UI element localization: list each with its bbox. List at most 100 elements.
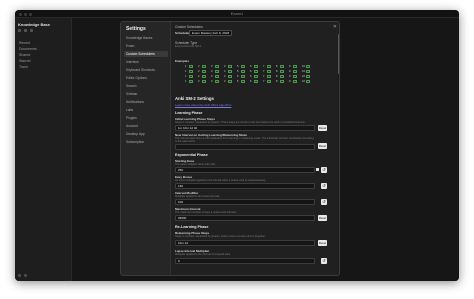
example-cell: 2 <box>198 69 211 73</box>
example-cell-label: 1 <box>185 74 187 78</box>
example-interval-box <box>227 64 232 68</box>
sidebar-item-documents[interactable]: Documents <box>19 47 37 51</box>
anki-heading: Anki SM-2 Settings <box>175 96 214 101</box>
close-icon[interactable]: ✕ <box>333 24 337 30</box>
settings-title: Settings <box>126 26 146 32</box>
nav-item-keyboard-shortcuts[interactable]: Keyboard Shortcuts <box>124 67 168 73</box>
nav-item-exam[interactable]: Exam <box>124 43 168 49</box>
graduating-interval-reset-button[interactable]: Reset <box>318 143 327 149</box>
example-cell: 5 <box>237 79 250 83</box>
examples-label: Examples <box>175 59 190 63</box>
easy-bonus-reset-icon[interactable]: ↺ <box>321 183 327 189</box>
nav-item-subscription[interactable]: Subscription <box>124 139 168 145</box>
example-cell-label: 10 <box>302 64 305 68</box>
example-cell-label: 4 <box>224 69 226 73</box>
interval-modifier-reset-icon[interactable]: ↺ <box>321 199 327 205</box>
example-interval-box <box>253 69 258 73</box>
settings-gear-icon[interactable] <box>24 274 27 277</box>
example-cell-label: 5 <box>237 74 239 78</box>
example-cell-label: 9 <box>289 69 291 73</box>
example-cell: 5 <box>237 64 250 68</box>
example-cell: 7 <box>263 69 276 73</box>
sidebar-item-recent[interactable]: Recent <box>19 41 30 45</box>
nav-item-account[interactable]: Account <box>124 123 168 129</box>
starting-ease-desc: The ease multiplier cards start with. <box>175 163 216 166</box>
nav-item-interface[interactable]: Interface <box>124 59 168 65</box>
sidebar-item-starred[interactable]: Starred <box>19 59 30 63</box>
nav-item-notifications[interactable]: Notifications <box>124 99 168 105</box>
lapse-multiplier-input[interactable]: 0 <box>175 258 315 264</box>
starting-ease-input[interactable]: 250 <box>175 167 315 173</box>
example-interval-box <box>292 74 297 78</box>
example-cell: 2 <box>198 64 211 68</box>
interval-modifier-input[interactable]: 100 <box>175 199 315 205</box>
example-cell-label: 8 <box>276 79 278 83</box>
anki-learn-more-link[interactable]: Learn more about the Anki SM-2 algorithm <box>175 103 231 107</box>
example-cell-label: 7 <box>263 74 265 78</box>
graduating-interval-input[interactable] <box>175 144 315 150</box>
relearning-steps-input[interactable]: 10m 1d <box>175 240 315 246</box>
example-cell: 10 <box>302 79 315 83</box>
examples-grid: 1 2 3 4 5 6 7 8 9 10 1 2 3 4 5 6 7 8 9 10 1 2 3 4 5 6 7 8 9 10 1 2 3 4 5 6 7… <box>185 64 315 83</box>
example-cell-label: 5 <box>237 64 239 68</box>
maximum-interval-reset-button[interactable]: Reset <box>318 215 327 221</box>
initial-steps-desc: Steps in minutes, separated by spaces. T… <box>175 121 306 124</box>
settings-modal: Settings Knowledge Bases Exam Custom Sch… <box>120 21 340 276</box>
example-cell: 9 <box>289 79 302 83</box>
new-folder-icon[interactable] <box>24 29 27 32</box>
example-interval-box <box>214 79 219 83</box>
example-cell-label: 3 <box>211 64 213 68</box>
example-interval-box <box>253 79 258 83</box>
initial-steps-input[interactable]: 1m 10m 1d 3d <box>175 125 315 131</box>
example-interval-box <box>201 64 206 68</box>
example-interval-box <box>201 79 206 83</box>
nav-item-plugins[interactable]: Plugins <box>124 115 168 121</box>
help-icon[interactable] <box>18 274 21 277</box>
sidebar-item-trash[interactable]: Trash <box>19 65 28 69</box>
sort-icon[interactable] <box>30 29 33 32</box>
example-interval-box <box>292 79 297 83</box>
example-cell: 10 <box>302 69 315 73</box>
example-interval-box <box>240 69 245 73</box>
example-cell: 1 <box>185 64 198 68</box>
lapse-multiplier-reset-icon[interactable]: ↺ <box>321 258 327 264</box>
example-cell-label: 8 <box>276 64 278 68</box>
starting-ease-reset-icon[interactable]: ↺ <box>321 167 327 173</box>
nav-item-search[interactable]: Search <box>124 83 168 89</box>
initial-steps-reset-button[interactable]: Reset <box>318 125 327 131</box>
example-cell: 1 <box>185 74 198 78</box>
exponential-phase-title: Exponential Phase <box>175 153 208 157</box>
example-cell: 7 <box>263 74 276 78</box>
example-cell-label: 10 <box>302 79 305 83</box>
example-cell-label: 5 <box>237 79 239 83</box>
example-cell: 10 <box>302 64 315 68</box>
nav-item-sidebar[interactable]: Sidebar <box>124 91 168 97</box>
title-bar: Exam1 <box>15 10 459 18</box>
example-cell: 5 <box>237 74 250 78</box>
example-cell: 9 <box>289 74 302 78</box>
scheduler-select[interactable]: Exam Mastery Feb 8, 2023 <box>189 30 232 36</box>
app-sidebar: Knowledge Base Recent Documents Shared S… <box>15 18 72 281</box>
example-interval-box <box>305 69 310 73</box>
maximum-interval-input[interactable]: 36500 <box>175 215 315 221</box>
nav-item-desktop-app[interactable]: Desktop App <box>124 131 168 137</box>
vault-name[interactable]: Knowledge Base <box>18 22 50 27</box>
nav-item-custom-schedulers[interactable]: Custom Schedulers <box>124 51 168 57</box>
example-cell: 4 <box>224 74 237 78</box>
relearning-steps-reset-button[interactable]: Reset <box>318 240 327 246</box>
sidebar-toolbar <box>18 29 33 32</box>
nav-item-knowledge-bases[interactable]: Knowledge Bases <box>124 35 168 41</box>
nav-item-labs[interactable]: Labs <box>124 107 168 113</box>
example-interval-box <box>266 74 271 78</box>
example-cell-label: 6 <box>250 74 252 78</box>
example-interval-box <box>214 69 219 73</box>
settings-scrollbar-thumb[interactable] <box>338 34 339 74</box>
starting-ease-checkbox[interactable] <box>316 168 319 171</box>
new-note-icon[interactable] <box>18 29 21 32</box>
easy-bonus-input[interactable]: 130 <box>175 183 315 189</box>
sidebar-item-shared[interactable]: Shared <box>19 53 30 57</box>
nav-item-editor-options[interactable]: Editor Options <box>124 75 168 81</box>
example-cell-label: 7 <box>263 64 265 68</box>
example-cell-label: 2 <box>198 74 200 78</box>
example-cell-label: 4 <box>224 64 226 68</box>
